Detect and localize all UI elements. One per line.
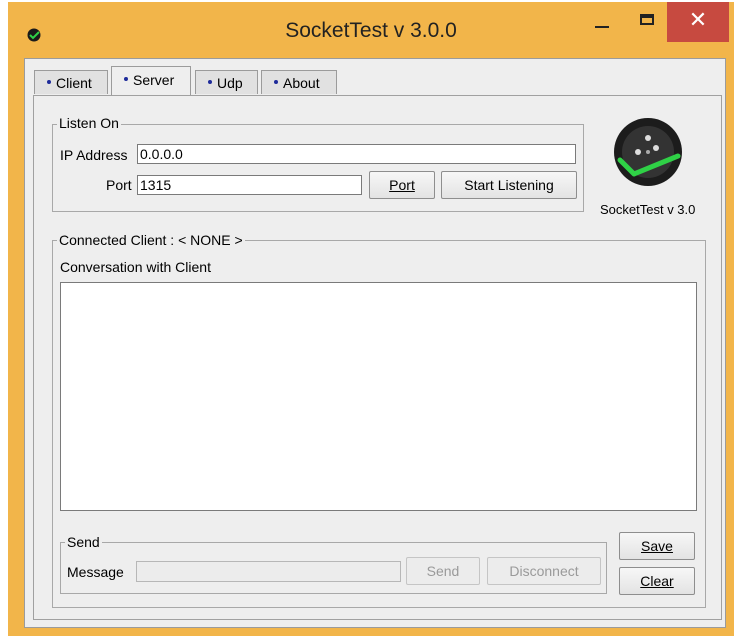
port-field[interactable]: 1315 <box>137 175 362 195</box>
title-bar[interactable]: SocketTest v 3.0.0 ✕ <box>8 2 734 60</box>
disconnect-button[interactable]: Disconnect <box>487 557 601 585</box>
send-button[interactable]: Send <box>406 557 480 585</box>
clear-button-label: Clear <box>640 573 674 589</box>
port-button-label: Port <box>389 177 415 193</box>
close-icon: ✕ <box>688 8 708 33</box>
listen-on-legend: Listen On <box>57 115 121 131</box>
connected-client-legend: Connected Client : < NONE > <box>57 232 245 248</box>
tab-label: Client <box>56 75 92 91</box>
tab-client[interactable]: Client <box>34 70 108 94</box>
tab-dot-icon <box>124 77 128 82</box>
tab-label: About <box>283 75 320 91</box>
maximize-button[interactable] <box>632 4 664 40</box>
minimize-button[interactable] <box>587 4 617 40</box>
tab-udp[interactable]: Udp <box>195 70 258 94</box>
tab-dot-icon <box>274 80 278 85</box>
clear-button[interactable]: Clear <box>619 567 695 595</box>
window-title: SocketTest v 3.0.0 <box>285 19 457 42</box>
message-label: Message <box>67 564 124 580</box>
close-button[interactable]: ✕ <box>667 2 729 42</box>
tab-about[interactable]: About <box>261 70 337 94</box>
port-label: Port <box>106 177 132 193</box>
tab-server[interactable]: Server <box>111 66 191 95</box>
ip-address-label: IP Address <box>60 147 128 163</box>
message-field[interactable] <box>136 561 401 582</box>
minimize-icon <box>595 26 609 28</box>
conversation-textarea[interactable] <box>60 282 697 511</box>
save-button[interactable]: Save <box>619 532 695 560</box>
port-button[interactable]: Port <box>369 171 435 199</box>
logo-caption: SocketTest v 3.0 <box>600 202 696 217</box>
sockettest-logo-icon <box>614 118 682 186</box>
conversation-label: Conversation with Client <box>60 259 211 275</box>
save-button-label: Save <box>641 538 673 554</box>
tab-dot-icon <box>208 80 212 85</box>
ip-address-field[interactable]: 0.0.0.0 <box>137 144 576 164</box>
tab-dot-icon <box>47 80 51 85</box>
start-listening-label: Start Listening <box>464 177 554 193</box>
maximize-icon <box>640 14 654 25</box>
start-listening-button[interactable]: Start Listening <box>441 171 577 199</box>
send-legend: Send <box>65 534 102 550</box>
tab-label: Server <box>133 72 175 88</box>
tab-label: Udp <box>217 75 243 91</box>
